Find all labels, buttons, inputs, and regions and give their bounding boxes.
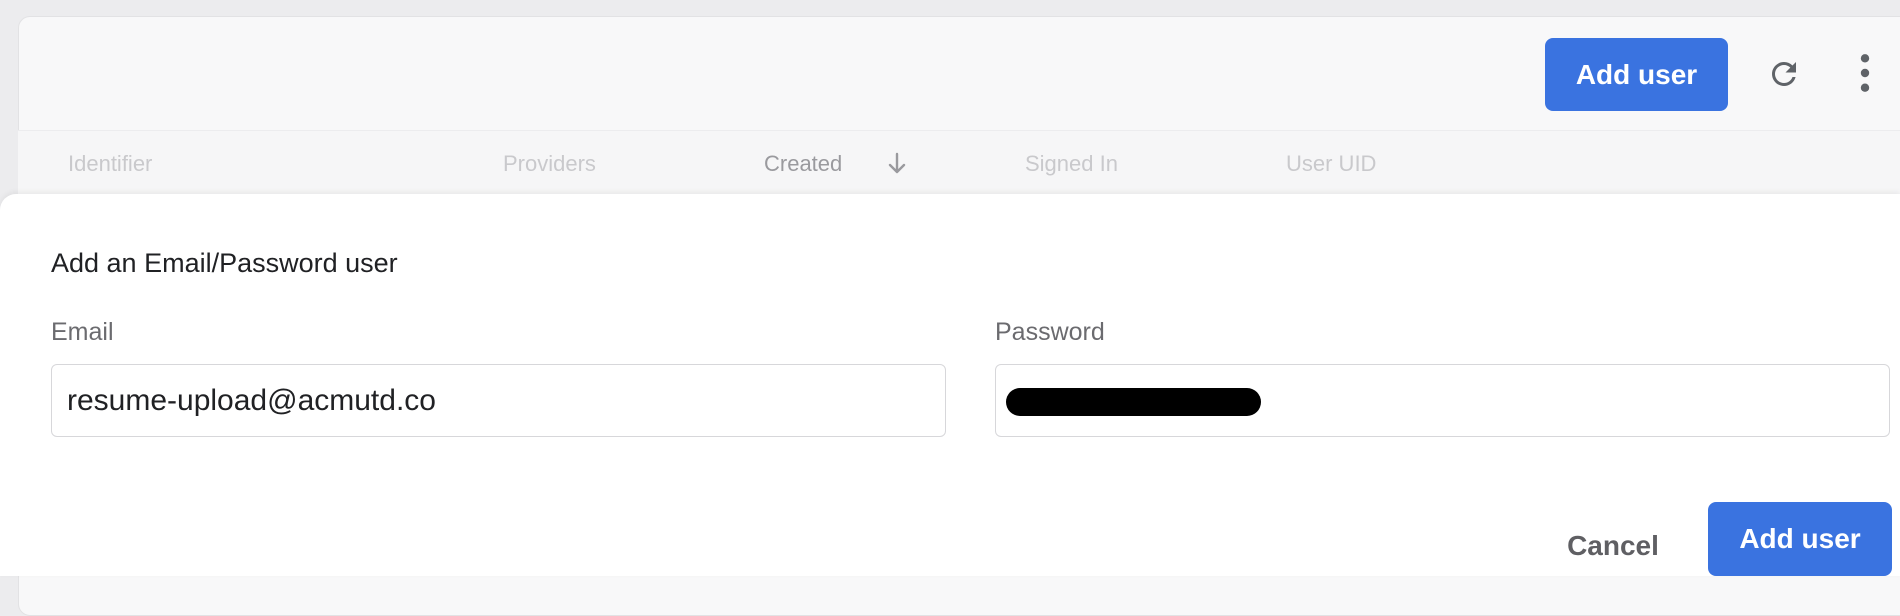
table-header: Identifier Providers Created Signed In U… (18, 130, 1900, 194)
password-label: Password (995, 318, 1105, 346)
add-user-button[interactable]: Add user (1545, 38, 1728, 111)
column-header-providers[interactable]: Providers (503, 151, 596, 177)
more-vert-icon[interactable] (1854, 52, 1876, 94)
column-header-user-uid[interactable]: User UID (1286, 151, 1376, 177)
email-label: Email (51, 318, 114, 346)
dialog-title: Add an Email/Password user (51, 248, 398, 278)
column-header-signed-in[interactable]: Signed In (1025, 151, 1118, 177)
arrow-down-icon[interactable] (885, 151, 909, 177)
email-field[interactable] (51, 364, 946, 437)
add-user-dialog: Add an Email/Password user Email Passwor… (0, 194, 1900, 576)
column-header-identifier[interactable]: Identifier (68, 151, 152, 177)
column-header-created[interactable]: Created (764, 151, 842, 177)
submit-add-user-button[interactable]: Add user (1708, 502, 1892, 576)
password-redaction (1006, 388, 1261, 416)
refresh-icon[interactable] (1766, 56, 1802, 92)
cancel-button[interactable]: Cancel (1538, 516, 1688, 576)
